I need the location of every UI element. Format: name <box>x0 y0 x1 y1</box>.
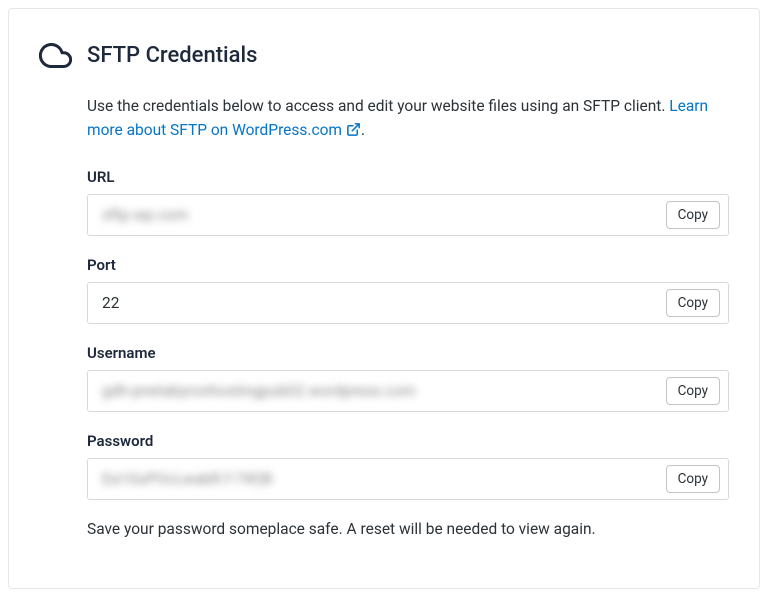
port-label: Port <box>87 256 729 274</box>
footer-note: Save your password someplace safe. A res… <box>87 520 729 538</box>
url-field-group: URL sftp.wp.com Copy <box>87 168 729 236</box>
description-period: . <box>361 121 365 139</box>
url-label: URL <box>87 168 729 186</box>
external-link-icon <box>346 120 361 144</box>
password-field-row: Ea1GsPOcLwabR.f-7W)B Copy <box>87 458 729 500</box>
username-value[interactable]: gdh-pnetabyronhostingpub02.wordpress.com <box>102 382 666 400</box>
description-text: Use the credentials below to access and … <box>87 94 729 144</box>
password-label: Password <box>87 432 729 450</box>
username-label: Username <box>87 344 729 362</box>
card-header: SFTP Credentials <box>39 39 729 72</box>
url-field-row: sftp.wp.com Copy <box>87 194 729 236</box>
password-value[interactable]: Ea1GsPOcLwabR.f-7W)B <box>102 470 666 488</box>
cloud-icon <box>39 39 72 72</box>
port-copy-button[interactable]: Copy <box>666 289 720 317</box>
username-field-group: Username gdh-pnetabyronhostingpub02.word… <box>87 344 729 412</box>
url-value[interactable]: sftp.wp.com <box>102 206 666 224</box>
section-title: SFTP Credentials <box>87 43 257 68</box>
sftp-credentials-card: SFTP Credentials Use the credentials bel… <box>8 8 760 589</box>
port-field-row: 22 Copy <box>87 282 729 324</box>
password-field-group: Password Ea1GsPOcLwabR.f-7W)B Copy <box>87 432 729 500</box>
password-copy-button[interactable]: Copy <box>666 465 720 493</box>
port-value[interactable]: 22 <box>102 294 666 312</box>
port-field-group: Port 22 Copy <box>87 256 729 324</box>
card-content: Use the credentials below to access and … <box>87 94 729 538</box>
username-field-row: gdh-pnetabyronhostingpub02.wordpress.com… <box>87 370 729 412</box>
description-prefix: Use the credentials below to access and … <box>87 97 669 115</box>
url-copy-button[interactable]: Copy <box>666 201 720 229</box>
username-copy-button[interactable]: Copy <box>666 377 720 405</box>
